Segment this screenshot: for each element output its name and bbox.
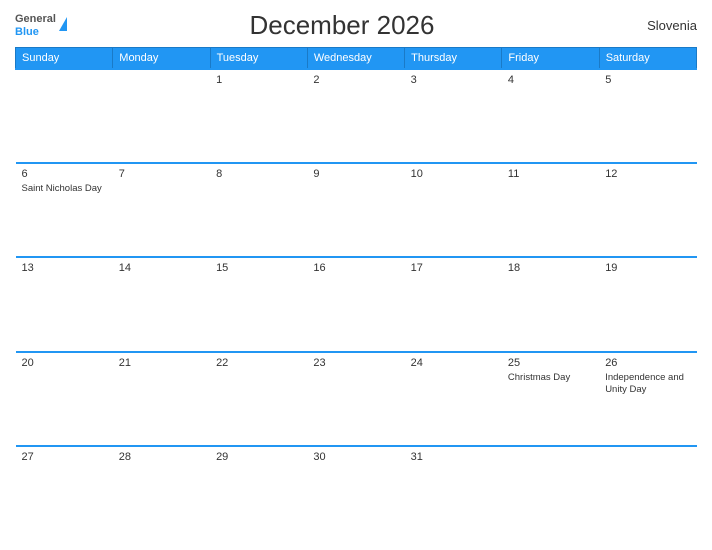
- table-row: 12: [599, 163, 696, 257]
- table-row: [599, 446, 696, 540]
- logo: General Blue: [15, 13, 67, 37]
- day-number: 10: [411, 168, 496, 180]
- table-row: 2: [307, 69, 404, 163]
- day-number: 24: [411, 357, 496, 369]
- day-number: 6: [22, 168, 107, 180]
- event-label: Christmas Day: [508, 372, 570, 383]
- day-number: 19: [605, 262, 690, 274]
- table-row: 25 Christmas Day: [502, 352, 599, 446]
- day-number: 1: [216, 74, 301, 86]
- table-row: 16: [307, 257, 404, 351]
- day-number: 30: [313, 451, 398, 463]
- logo-triangle-icon: [59, 17, 67, 31]
- header-wednesday: Wednesday: [307, 48, 404, 70]
- table-row: 6 Saint Nicholas Day: [16, 163, 113, 257]
- calendar-week-row: 6 Saint Nicholas Day 789 10 11 12: [16, 163, 697, 257]
- day-number: 12: [605, 168, 690, 180]
- day-number: 8: [216, 168, 301, 180]
- header-tuesday: Tuesday: [210, 48, 307, 70]
- day-number: 11: [508, 168, 593, 180]
- calendar-week-row: 13 14 15 16 17 18 19: [16, 257, 697, 351]
- table-row: 20: [16, 352, 113, 446]
- day-number: 26: [605, 357, 690, 369]
- table-row: 1: [210, 69, 307, 163]
- day-number: 16: [313, 262, 398, 274]
- event-label: Saint Nicholas Day: [22, 183, 102, 194]
- day-number: 29: [216, 451, 301, 463]
- table-row: [113, 69, 210, 163]
- day-number: 28: [119, 451, 204, 463]
- day-number: 7: [119, 168, 204, 180]
- table-row: [502, 446, 599, 540]
- calendar-table: Sunday Monday Tuesday Wednesday Thursday…: [15, 47, 697, 540]
- table-row: 23: [307, 352, 404, 446]
- table-row: 18: [502, 257, 599, 351]
- day-number: 17: [411, 262, 496, 274]
- day-number: 18: [508, 262, 593, 274]
- day-number: 4: [508, 74, 593, 86]
- day-number: 23: [313, 357, 398, 369]
- event-label: Independence and Unity Day: [605, 372, 684, 395]
- day-number: 20: [22, 357, 107, 369]
- table-row: 11: [502, 163, 599, 257]
- table-row: 4: [502, 69, 599, 163]
- table-row: 29: [210, 446, 307, 540]
- day-number: 31: [411, 451, 496, 463]
- calendar-title: December 2026: [67, 10, 617, 41]
- header-monday: Monday: [113, 48, 210, 70]
- table-row: 31: [405, 446, 502, 540]
- logo-general: General: [15, 13, 56, 25]
- day-number: 21: [119, 357, 204, 369]
- calendar-week-row: 27 28 29 30 31: [16, 446, 697, 540]
- table-row: 22: [210, 352, 307, 446]
- page: General Blue December 2026 Slovenia Sund…: [0, 0, 712, 550]
- day-number: 22: [216, 357, 301, 369]
- header-saturday: Saturday: [599, 48, 696, 70]
- table-row: 30: [307, 446, 404, 540]
- country-label: Slovenia: [617, 18, 697, 33]
- day-number: 5: [605, 74, 690, 86]
- weekday-header-row: Sunday Monday Tuesday Wednesday Thursday…: [16, 48, 697, 70]
- day-number: 14: [119, 262, 204, 274]
- table-row: 21: [113, 352, 210, 446]
- day-number: 2: [313, 74, 398, 86]
- header-sunday: Sunday: [16, 48, 113, 70]
- table-row: 5: [599, 69, 696, 163]
- table-row: 14: [113, 257, 210, 351]
- table-row: 19: [599, 257, 696, 351]
- logo-blue: Blue: [15, 26, 56, 38]
- header-thursday: Thursday: [405, 48, 502, 70]
- table-row: 13: [16, 257, 113, 351]
- table-row: 8: [210, 163, 307, 257]
- table-row: 3: [405, 69, 502, 163]
- day-number: 25: [508, 357, 593, 369]
- table-row: 28: [113, 446, 210, 540]
- logo-text: General Blue: [15, 13, 56, 37]
- table-row: 9: [307, 163, 404, 257]
- table-row: [16, 69, 113, 163]
- header: General Blue December 2026 Slovenia: [15, 10, 697, 41]
- table-row: 17: [405, 257, 502, 351]
- day-number: 3: [411, 74, 496, 86]
- day-number: 9: [313, 168, 398, 180]
- table-row: 15: [210, 257, 307, 351]
- calendar-week-row: 12 345: [16, 69, 697, 163]
- table-row: 7: [113, 163, 210, 257]
- table-row: 27: [16, 446, 113, 540]
- calendar-week-row: 20 21 22 23 24 25 Christmas Day 26 Independence …: [16, 352, 697, 446]
- day-number: 15: [216, 262, 301, 274]
- table-row: 26 Independence and Unity Day: [599, 352, 696, 446]
- day-number: 27: [22, 451, 107, 463]
- table-row: 24: [405, 352, 502, 446]
- day-number: 13: [22, 262, 107, 274]
- table-row: 10: [405, 163, 502, 257]
- header-friday: Friday: [502, 48, 599, 70]
